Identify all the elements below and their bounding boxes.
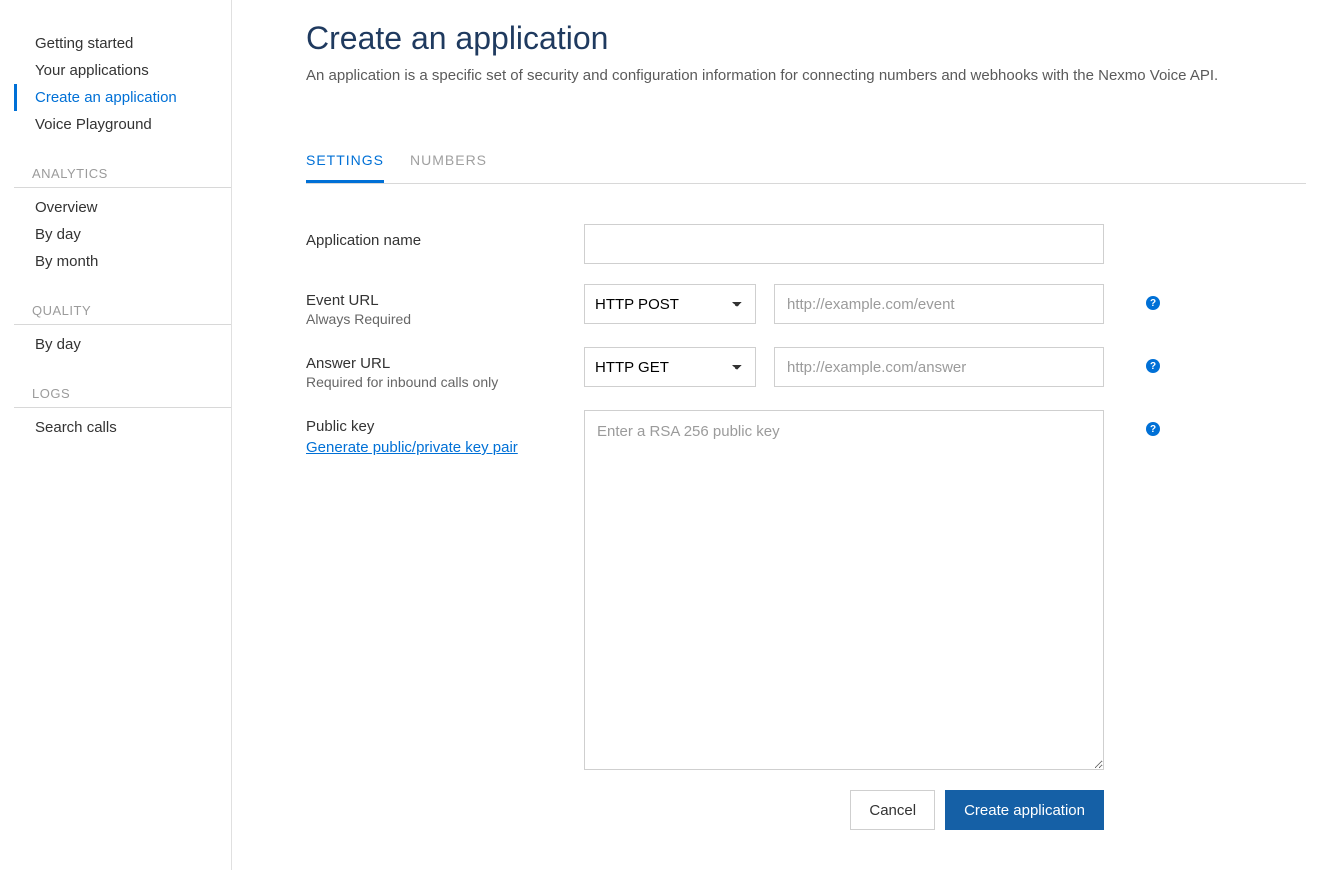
sidebar-item-analytics-by-month[interactable]: By month (14, 248, 231, 275)
label-event-url: Event URL (306, 292, 584, 309)
label-public-key: Public key (306, 418, 584, 435)
cancel-button[interactable]: Cancel (850, 790, 935, 830)
tab-numbers[interactable]: NUMBERS (410, 144, 487, 183)
sidebar-item-create-application[interactable]: Create an application (14, 84, 231, 111)
sidebar: Getting started Your applications Create… (0, 0, 232, 870)
sidebar-item-analytics-by-day[interactable]: By day (14, 221, 231, 248)
sidebar-item-your-applications[interactable]: Your applications (14, 57, 231, 84)
generate-key-pair-link[interactable]: Generate public/private key pair (306, 439, 518, 456)
sidebar-item-overview[interactable]: Overview (14, 194, 231, 221)
label-answer-url: Answer URL (306, 355, 584, 372)
help-icon[interactable]: ? (1146, 359, 1160, 373)
event-url-input[interactable] (774, 284, 1104, 324)
main-content: Create an application An application is … (232, 0, 1318, 870)
public-key-textarea[interactable] (584, 410, 1104, 770)
sublabel-answer-url: Required for inbound calls only (306, 374, 584, 390)
event-url-method-select[interactable]: HTTP POST (584, 284, 756, 324)
sidebar-item-search-calls[interactable]: Search calls (14, 414, 231, 441)
help-icon[interactable]: ? (1146, 296, 1160, 310)
page-title: Create an application (306, 20, 1306, 57)
create-application-button[interactable]: Create application (945, 790, 1104, 830)
sidebar-item-voice-playground[interactable]: Voice Playground (14, 111, 231, 138)
help-icon[interactable]: ? (1146, 422, 1160, 436)
label-application-name: Application name (306, 232, 584, 249)
answer-url-method-select[interactable]: HTTP GET (584, 347, 756, 387)
tabs: SETTINGS NUMBERS (306, 144, 1306, 184)
sidebar-item-getting-started[interactable]: Getting started (14, 30, 231, 57)
application-name-input[interactable] (584, 224, 1104, 264)
answer-url-input[interactable] (774, 347, 1104, 387)
sidebar-header-logs: LOGS (14, 380, 231, 408)
tab-settings[interactable]: SETTINGS (306, 144, 384, 183)
sublabel-event-url: Always Required (306, 311, 584, 327)
sidebar-item-quality-by-day[interactable]: By day (14, 331, 231, 358)
sidebar-header-analytics: ANALYTICS (14, 160, 231, 188)
sidebar-header-quality: QUALITY (14, 297, 231, 325)
page-description: An application is a specific set of secu… (306, 67, 1306, 84)
